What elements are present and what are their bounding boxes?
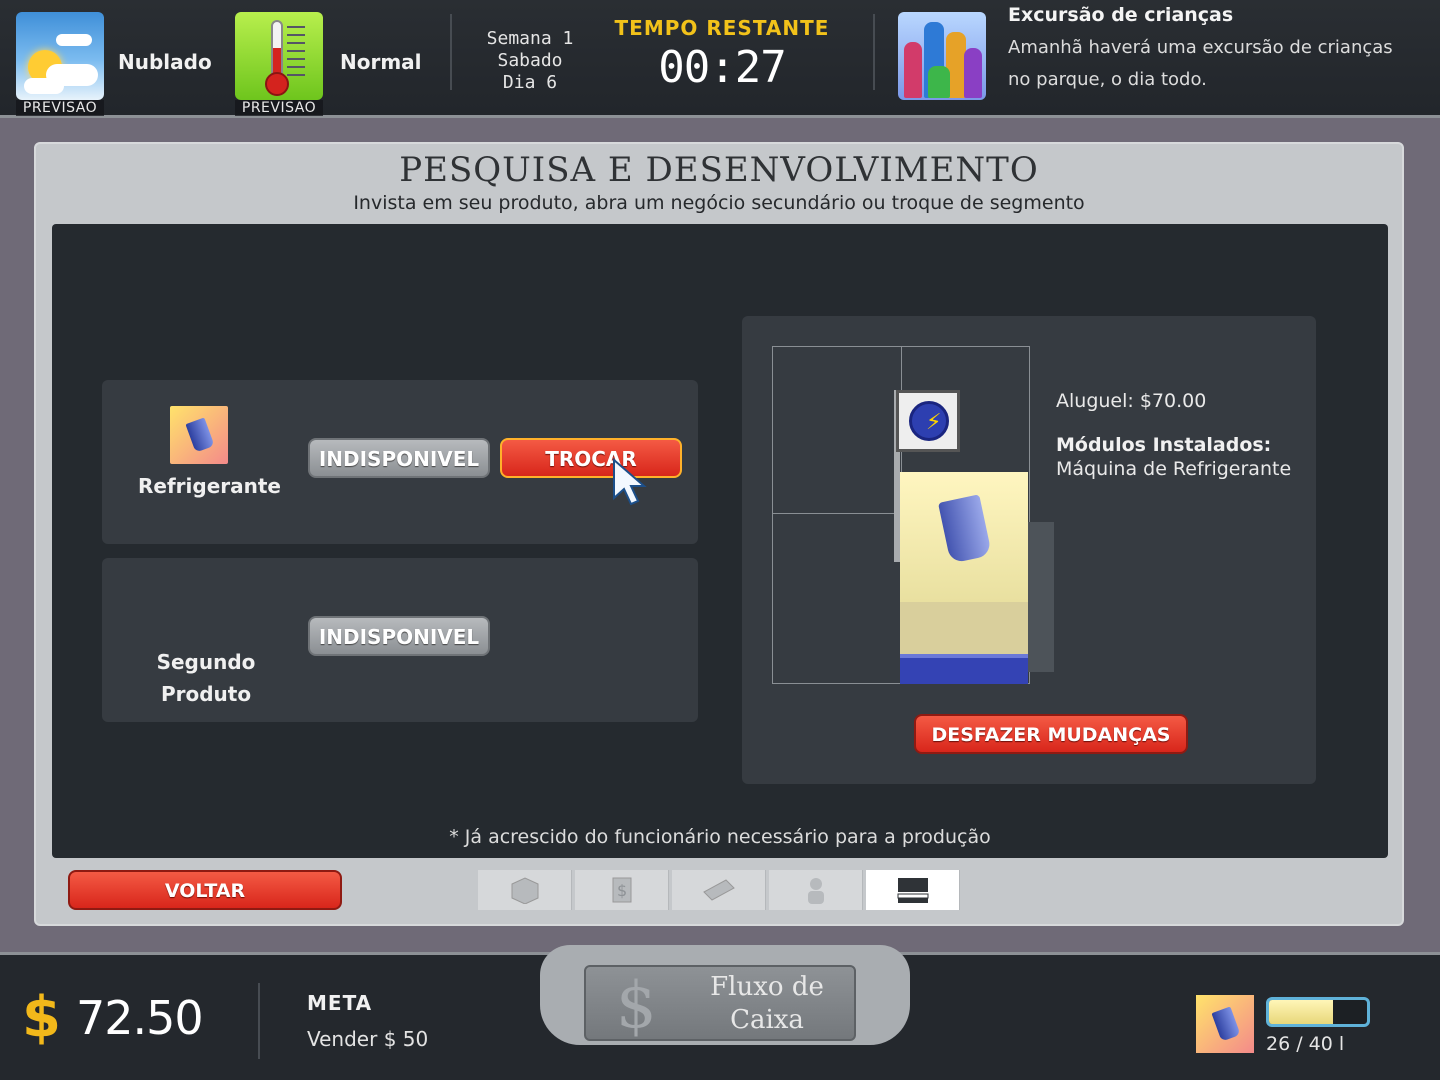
product-name: Refrigerante [138, 474, 281, 498]
tab-staff[interactable] [769, 870, 863, 910]
forecast-caption: PREVISAO [235, 100, 323, 116]
money-icon: $ [616, 969, 657, 1043]
panel-subtitle: Invista em seu produto, abra um negócio … [353, 192, 1085, 214]
event-line: Amanhã haverá uma excursão de crianças [1008, 37, 1393, 58]
research-panel: PESQUISA E DESENVOLVIMENTO Invista em se… [34, 142, 1404, 926]
temperature-label: Normal [340, 50, 422, 74]
product-name-line: Produto [160, 682, 252, 706]
event-description: Amanhã haverá uma excursão de crianças n… [1008, 32, 1433, 96]
tab-supplies[interactable] [478, 870, 572, 910]
person-icon [808, 878, 824, 904]
goal-label: META [307, 991, 373, 1015]
soda-cup-icon [170, 406, 228, 464]
weekday-label: Sabado [497, 50, 563, 71]
unavailable-button[interactable]: INDISPONIVEL [308, 616, 490, 656]
timer-value: 00:27 [658, 42, 786, 93]
weather-label: Nublado [118, 50, 212, 74]
week-label: Semana 1 [486, 28, 574, 49]
stand-icon [897, 878, 929, 903]
stock-level-bar [1266, 997, 1370, 1027]
temperature-forecast[interactable]: PREVISAO [235, 12, 323, 116]
undo-changes-button[interactable]: DESFAZER MUDANÇAS [914, 714, 1188, 754]
stand-illustration: ⚡ [772, 346, 1062, 686]
bottom-bar: $ 72.50 META Vender $ 50 $ Fluxo de Caix… [0, 945, 1440, 1080]
product-name-line: Segundo [156, 650, 256, 674]
unavailable-button[interactable]: INDISPONIVEL [308, 438, 490, 478]
stock-text: 26 / 40 l [1266, 1033, 1345, 1055]
footnote: * Já acrescido do funcionário necessário… [449, 826, 991, 848]
cashflow-line: Caixa [730, 1005, 804, 1035]
back-button[interactable]: VOLTAR [68, 870, 342, 910]
goal-value: Vender $ 50 [307, 1027, 429, 1051]
children-group-icon [898, 12, 986, 100]
stock-level-fill [1269, 1000, 1333, 1024]
keyboard-icon [703, 879, 735, 901]
switch-button[interactable]: TROCAR [500, 438, 682, 478]
tab-finance[interactable]: $ [575, 870, 669, 910]
cashflow-line: Fluxo de [710, 972, 824, 1002]
timer-label: TEMPO RESTANTE [614, 16, 830, 40]
cloudy-weather-icon [16, 12, 104, 100]
event-title: Excursão de crianças [1008, 4, 1234, 26]
cashflow-button[interactable]: $ Fluxo de Caixa [584, 965, 856, 1043]
tab-strip: $ [478, 870, 964, 910]
forecast-caption: PREVISAO [16, 100, 104, 116]
product-name: Segundo Produto [138, 646, 274, 710]
thermometer-icon [235, 12, 323, 100]
cashflow-label: Fluxo de Caixa [682, 971, 852, 1037]
dollar-icon: $ [22, 985, 61, 1050]
money-document-icon: $ [612, 877, 632, 903]
divider [258, 983, 260, 1059]
box-icon [511, 877, 539, 904]
date-display: Semana 1 Sabado Dia 6 [470, 28, 590, 94]
tab-marketing[interactable] [672, 870, 766, 910]
divider [873, 14, 875, 90]
money-value: 72.50 [76, 991, 204, 1045]
soda-cup-icon [1196, 995, 1254, 1053]
divider [450, 14, 452, 90]
timer: TEMPO RESTANTE 00:27 [612, 16, 832, 93]
rent-label: Aluguel: $70.00 [1056, 390, 1207, 412]
day-label: Dia 6 [502, 72, 558, 93]
panel-title: PESQUISA E DESENVOLVIMENTO [399, 150, 1039, 190]
product-row: Refrigerante INDISPONIVEL TROCAR [102, 380, 698, 544]
lightning-sign-icon: ⚡ [896, 390, 960, 452]
modules-value: Máquina de Refrigerante [1056, 458, 1292, 480]
event-line: no parque, o dia todo. [1008, 69, 1207, 90]
svg-text:$: $ [617, 881, 627, 900]
weather-forecast[interactable]: PREVISAO [16, 12, 104, 116]
panel-content: Refrigerante INDISPONIVEL TROCAR INDISPO… [52, 224, 1388, 858]
product-row: INDISPONIVEL Segundo Produto [102, 558, 698, 722]
modules-label: Módulos Instalados: [1056, 434, 1272, 456]
stand-preview: ⚡ Aluguel: $70.00 Módulos Instalados: Má… [742, 316, 1316, 784]
top-bar: PREVISAO Nublado PREVISAO Normal Semana … [0, 0, 1440, 118]
tab-research[interactable] [866, 870, 960, 910]
mouse-cursor-icon [613, 458, 647, 506]
